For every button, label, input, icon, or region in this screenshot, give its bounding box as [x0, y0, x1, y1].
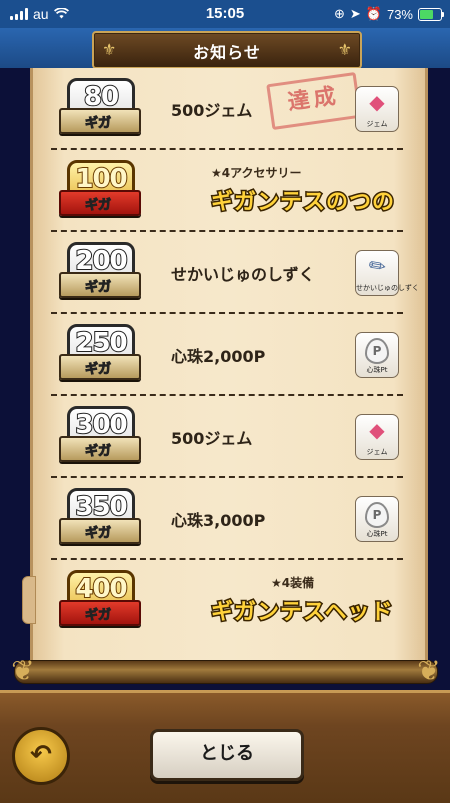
reward-row-400: 400 ギガ ★4装備 ギガンテスヘッド	[51, 560, 403, 642]
status-right: ⊕ ➤ ⏰ 73%	[333, 6, 444, 22]
badge-value: 400	[74, 573, 128, 605]
reward-rarity: ★4アクセサリー	[211, 166, 302, 180]
drop-icon-box[interactable]: ✎ せかいじゅのしずく	[355, 250, 419, 296]
page-title: お知らせ	[193, 43, 261, 62]
giga-badge: 200 ギガ	[59, 242, 141, 304]
title-plate: ⚜ お知らせ ⚜	[92, 31, 362, 69]
reward-scroll[interactable]: 80 ギガ 500ジェム 達成 ◆ ジェム 100 ギガ ★4アクセサリー ギガ…	[0, 68, 450, 690]
badge-unit: ギガ	[84, 444, 111, 460]
reward-title: ギガンテスのつの	[209, 189, 396, 217]
pt-icon-box[interactable]: P 心珠Pt	[355, 496, 399, 542]
battery-percent: 73%	[386, 6, 413, 22]
gem-icon-box[interactable]: ◆ ジェム	[355, 414, 399, 460]
scroll-rod: ❦ ❦	[11, 655, 440, 687]
scroll-tab	[22, 576, 36, 624]
alarm-icon: ⏰	[365, 6, 382, 21]
parchment: 80 ギガ 500ジェム 達成 ◆ ジェム 100 ギガ ★4アクセサリー ギガ…	[30, 68, 428, 668]
giga-badge: 350 ギガ	[59, 488, 141, 550]
gem-icon-box[interactable]: ◆ ジェム	[355, 86, 399, 132]
reward-row-350: 350 ギガ 心珠3,000P P 心珠Pt	[51, 478, 403, 560]
reward-label: 心珠3,000P	[171, 511, 266, 530]
reward-label: 500ジェム	[171, 429, 253, 448]
giga-badge: 300 ギガ	[59, 406, 141, 468]
giga-badge: 400 ギガ	[59, 570, 141, 632]
giga-badge: 80 ギガ	[59, 78, 141, 140]
icon-caption: ジェム	[366, 120, 388, 128]
badge-value: 200	[74, 245, 128, 277]
giga-badge: 250 ギガ	[59, 324, 141, 386]
orientation-lock-icon: ⊕	[333, 6, 345, 21]
battery-icon	[418, 7, 444, 21]
pt-icon: P	[365, 502, 389, 528]
status-bar: au 15:05 ⊕ ➤ ⏰ 73%	[0, 0, 450, 28]
reward-row-300: 300 ギガ 500ジェム ◆ ジェム	[51, 396, 403, 478]
pt-icon: P	[365, 338, 389, 364]
icon-caption: 心珠Pt	[366, 530, 388, 538]
icon-caption: 心珠Pt	[366, 366, 388, 374]
back-button[interactable]: ↶	[12, 727, 70, 785]
fleur-right-icon: ⚜	[337, 40, 352, 59]
pt-icon-box[interactable]: P 心珠Pt	[355, 332, 399, 378]
rod-cap-left-icon: ❦	[11, 654, 35, 687]
reward-row-80: 80 ギガ 500ジェム 達成 ◆ ジェム	[51, 68, 403, 150]
achieved-stamp: 達成	[266, 71, 362, 131]
badge-value: 80	[83, 81, 120, 113]
giga-badge: 100 ギガ	[59, 160, 141, 222]
reward-title: ギガンテスヘッド	[209, 599, 394, 627]
bottom-bar: ↶ とじる	[0, 690, 450, 803]
badge-unit: ギガ	[84, 362, 111, 378]
gem-icon: ◆	[369, 418, 385, 442]
close-button[interactable]: とじる	[150, 729, 304, 781]
rod-cap-right-icon: ❦	[417, 654, 441, 687]
reward-label: 500ジェム	[171, 101, 253, 120]
badge-value: 350	[74, 491, 128, 523]
badge-value: 100	[74, 163, 128, 195]
reward-label: せかいじゅのしずく	[171, 265, 315, 284]
badge-value: 300	[74, 409, 128, 441]
reward-label: 心珠2,000P	[171, 347, 266, 366]
badge-unit: ギガ	[84, 116, 111, 132]
reward-row-200: 200 ギガ せかいじゅのしずく ✎ せかいじゅのしずく	[51, 232, 419, 314]
location-icon: ➤	[349, 6, 361, 21]
badge-value: 250	[74, 327, 128, 359]
icon-caption: ジェム	[366, 448, 388, 456]
title-bar: ⚜ お知らせ ⚜	[0, 28, 450, 69]
gem-icon: ◆	[369, 90, 385, 114]
reward-rarity: ★4装備	[271, 576, 315, 590]
badge-unit: ギガ	[84, 280, 111, 296]
reward-row-250: 250 ギガ 心珠2,000P P 心珠Pt	[51, 314, 403, 396]
back-arrow-icon: ↶	[30, 740, 52, 770]
drop-icon: ✎	[363, 251, 391, 281]
reward-row-100: 100 ギガ ★4アクセサリー ギガンテスのつの	[51, 150, 403, 232]
badge-unit: ギガ	[84, 526, 111, 542]
badge-unit: ギガ	[84, 198, 111, 214]
icon-caption: せかいじゅのしずく	[356, 284, 419, 292]
badge-unit: ギガ	[84, 608, 111, 624]
